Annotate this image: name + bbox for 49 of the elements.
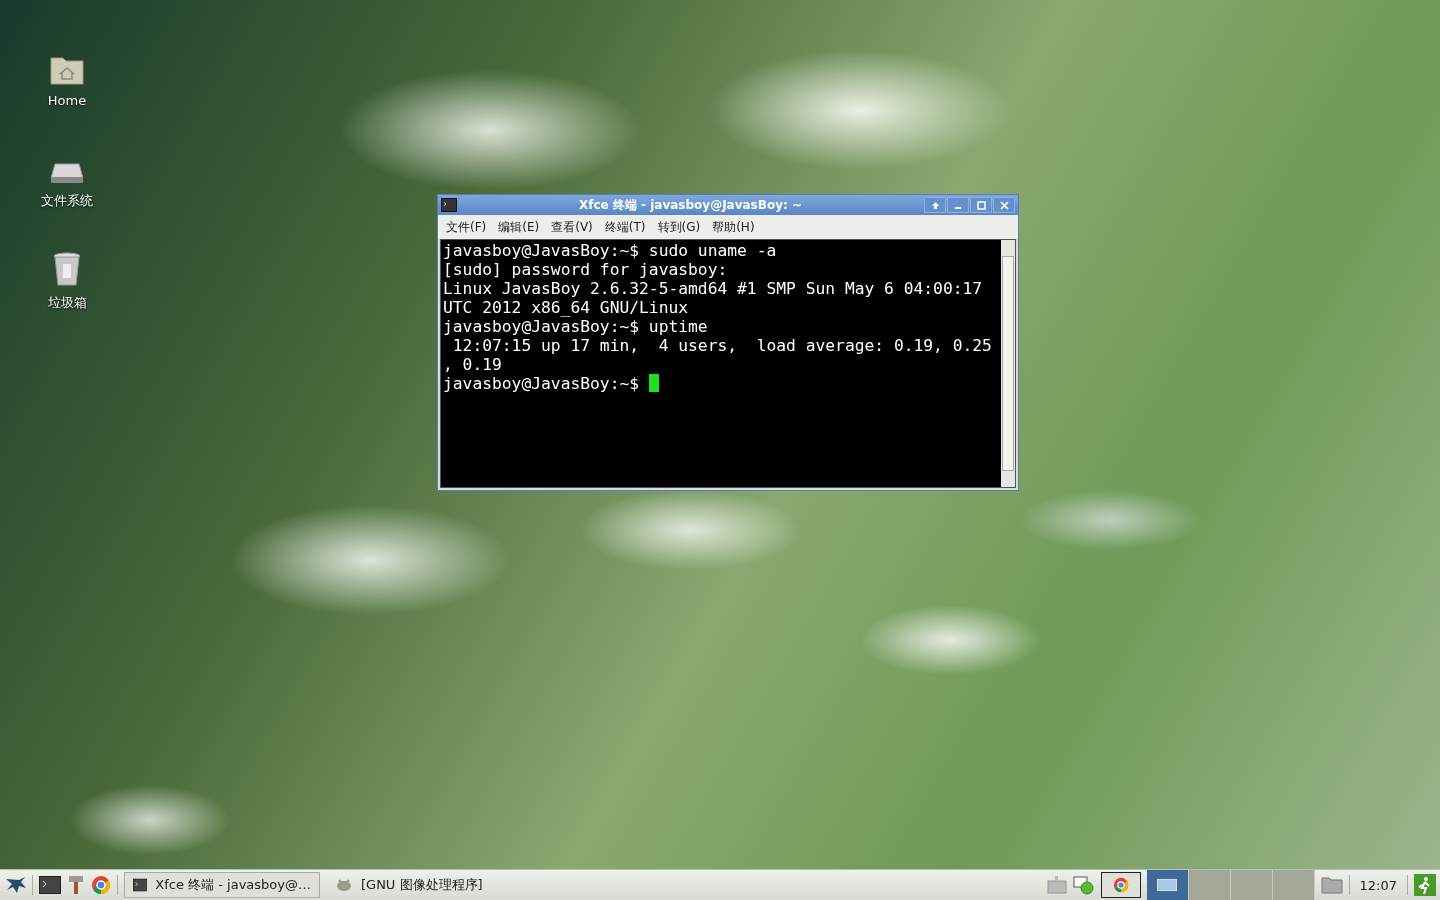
scrollbar[interactable] [1001,240,1015,487]
shade-button[interactable] [924,197,946,213]
taskbar-task[interactable]: Xfce 终端 - javasboy@… [124,872,320,898]
terminal-icon[interactable] [39,876,61,894]
terminal-line: javasboy@JavasBoy:~$ sudo uname -a [443,241,778,260]
menu-item[interactable]: 终端(T) [604,218,646,236]
browser-tray-button[interactable] [1100,872,1141,898]
desktop-icon-label[interactable]: Home [47,93,87,108]
scrollbar-thumb[interactable] [1002,256,1014,471]
terminal-line: Linux JavasBoy 2.6.32-5-amd64 #1 SMP Sun May 6 04:00:17 [443,279,984,298]
browser-icon [1112,877,1129,893]
text-cursor [648,374,659,392]
clock[interactable]: 12:07 [1355,877,1401,893]
chat-status-icon[interactable] [1072,875,1095,895]
trash-icon[interactable] [53,252,81,286]
menu-item[interactable]: 文件(F) [446,218,487,236]
folder-icon[interactable] [1320,876,1343,894]
browser-icon[interactable] [91,875,111,895]
menu-item[interactable]: 编辑(E) [498,218,540,236]
terminal-line: UTC 2012 x86_64 GNU/Linux [443,298,690,317]
minimize-button[interactable] [947,197,969,213]
exit-icon[interactable] [1414,874,1436,896]
desktop-icon-label[interactable]: 垃圾箱 [47,294,87,312]
drive-icon[interactable] [50,162,84,184]
animal-face-icon [335,878,353,892]
terminal-line: javasboy@JavasBoy:~$ [443,374,999,393]
workspace-button[interactable] [1146,870,1189,900]
terminal-line: 12:07:15 up 17 min, 4 users, load average: 0.19, 0.25 [451,336,993,355]
terminal-line: , 0.19 [443,355,503,374]
menu-item[interactable]: 转到(G) [657,218,701,236]
maximize-icon [976,200,986,210]
arrow-up-icon [930,200,940,210]
window-title: Xfce 终端 - javasboy@JavasBoy: ~ [577,196,803,214]
minimize-icon [955,207,961,209]
desktop-icon-label[interactable]: 文件系统 [41,192,93,210]
hammer-icon[interactable] [67,875,85,895]
terminal-line: [sudo] password for javasboy: [443,260,729,279]
maximize-button[interactable] [970,197,992,213]
menu-item[interactable]: 查看(V) [551,218,593,236]
menu-item[interactable]: 帮助(H) [712,218,755,236]
taskbar-task[interactable]: [GNU 图像处理程序] [326,872,492,898]
terminal-line: javasboy@JavasBoy:~$ uptime [443,317,709,336]
terminal-icon [133,878,148,892]
home-folder-icon[interactable] [50,55,84,85]
close-icon [999,200,1009,210]
close-button[interactable] [993,197,1015,213]
mouse-logo-icon[interactable] [4,875,26,895]
terminal-icon [441,198,457,212]
keyboard-icon[interactable] [1046,876,1067,894]
